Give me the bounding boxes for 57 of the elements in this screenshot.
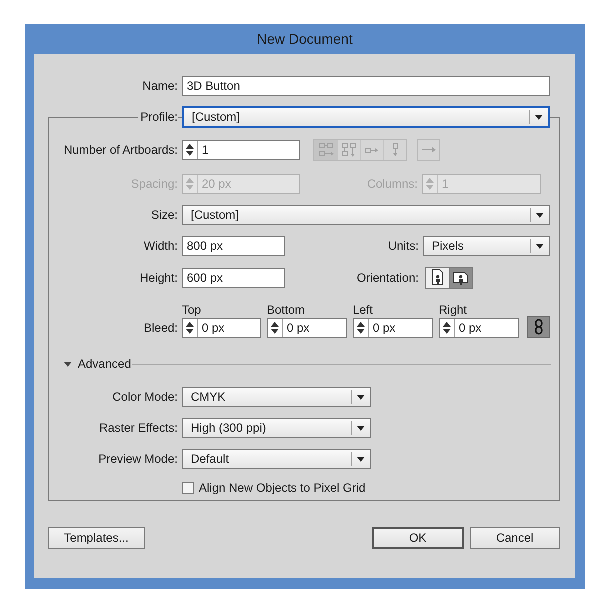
number-field[interactable]: 0 px [353,318,433,338]
spinner-icon[interactable] [356,321,366,335]
number-field[interactable]: 0 px [439,318,519,338]
chain-icon [534,319,544,335]
spinner-icon[interactable] [442,321,452,335]
field-label: Orientation: [356,270,419,287]
spinner-icon[interactable] [270,321,280,335]
dialog-button[interactable]: OK [372,527,464,549]
field-label: Bleed: [144,320,178,337]
caret-icon [357,456,365,462]
orientation-button[interactable] [449,268,472,288]
checkbox-icon [182,482,194,494]
spinner-icon[interactable] [185,143,195,157]
field-label: Preview Mode: [98,451,178,468]
arrow-icon [420,146,436,154]
checkbox[interactable]: Align New Objects to Pixel Grid [182,479,366,497]
input-field[interactable]: 600 px [182,268,285,288]
caret-icon [535,114,543,120]
orientation-button[interactable] [426,268,449,288]
field-label: Width: [144,238,178,255]
caret-icon [536,244,544,248]
layout-icon [316,141,334,159]
field-label: Name: [142,78,178,95]
dropdown[interactable]: High (300 ppi) [182,418,371,438]
input-field[interactable]: 800 px [182,236,285,256]
input-field[interactable]: 3D Button [182,76,550,96]
field-label: Number of Artboards: [64,142,178,159]
dropdown[interactable]: [Custom] [182,205,550,225]
field-label: Bottom [267,303,306,318]
field-label: Size: [151,207,178,224]
layout-icon [340,141,358,159]
dropdown[interactable]: Default [182,449,371,469]
spinner-icon[interactable] [185,321,195,335]
window-title: New Document [257,30,353,48]
dialog-button[interactable]: Cancel [470,527,560,549]
field-label: Units: [388,238,419,255]
field-label: Top [182,303,202,318]
advanced-toggle[interactable]: Advanced [64,355,132,373]
number-field[interactable]: 1 [182,140,300,160]
number-field[interactable]: 0 px [182,318,261,338]
dropdown[interactable]: Pixels [423,236,550,256]
layout-icon [365,148,379,152]
caret-icon [357,394,365,400]
dropdown[interactable]: [Custom] [182,106,550,128]
dropdown[interactable]: CMYK [182,387,371,407]
triangle-icon [64,362,72,366]
field-label: Right [439,303,468,318]
caret-icon [536,212,544,218]
link-button[interactable] [527,316,550,338]
field-label: Color Mode: [112,389,178,406]
field-label: Left [353,303,374,318]
field-label: Height: [140,270,178,287]
dialog-button[interactable]: Templates... [48,527,145,549]
caret-icon [357,426,365,430]
layout-icon [392,143,398,157]
number-field[interactable]: 0 px [267,318,347,338]
field-label: Raster Effects: [100,420,178,437]
